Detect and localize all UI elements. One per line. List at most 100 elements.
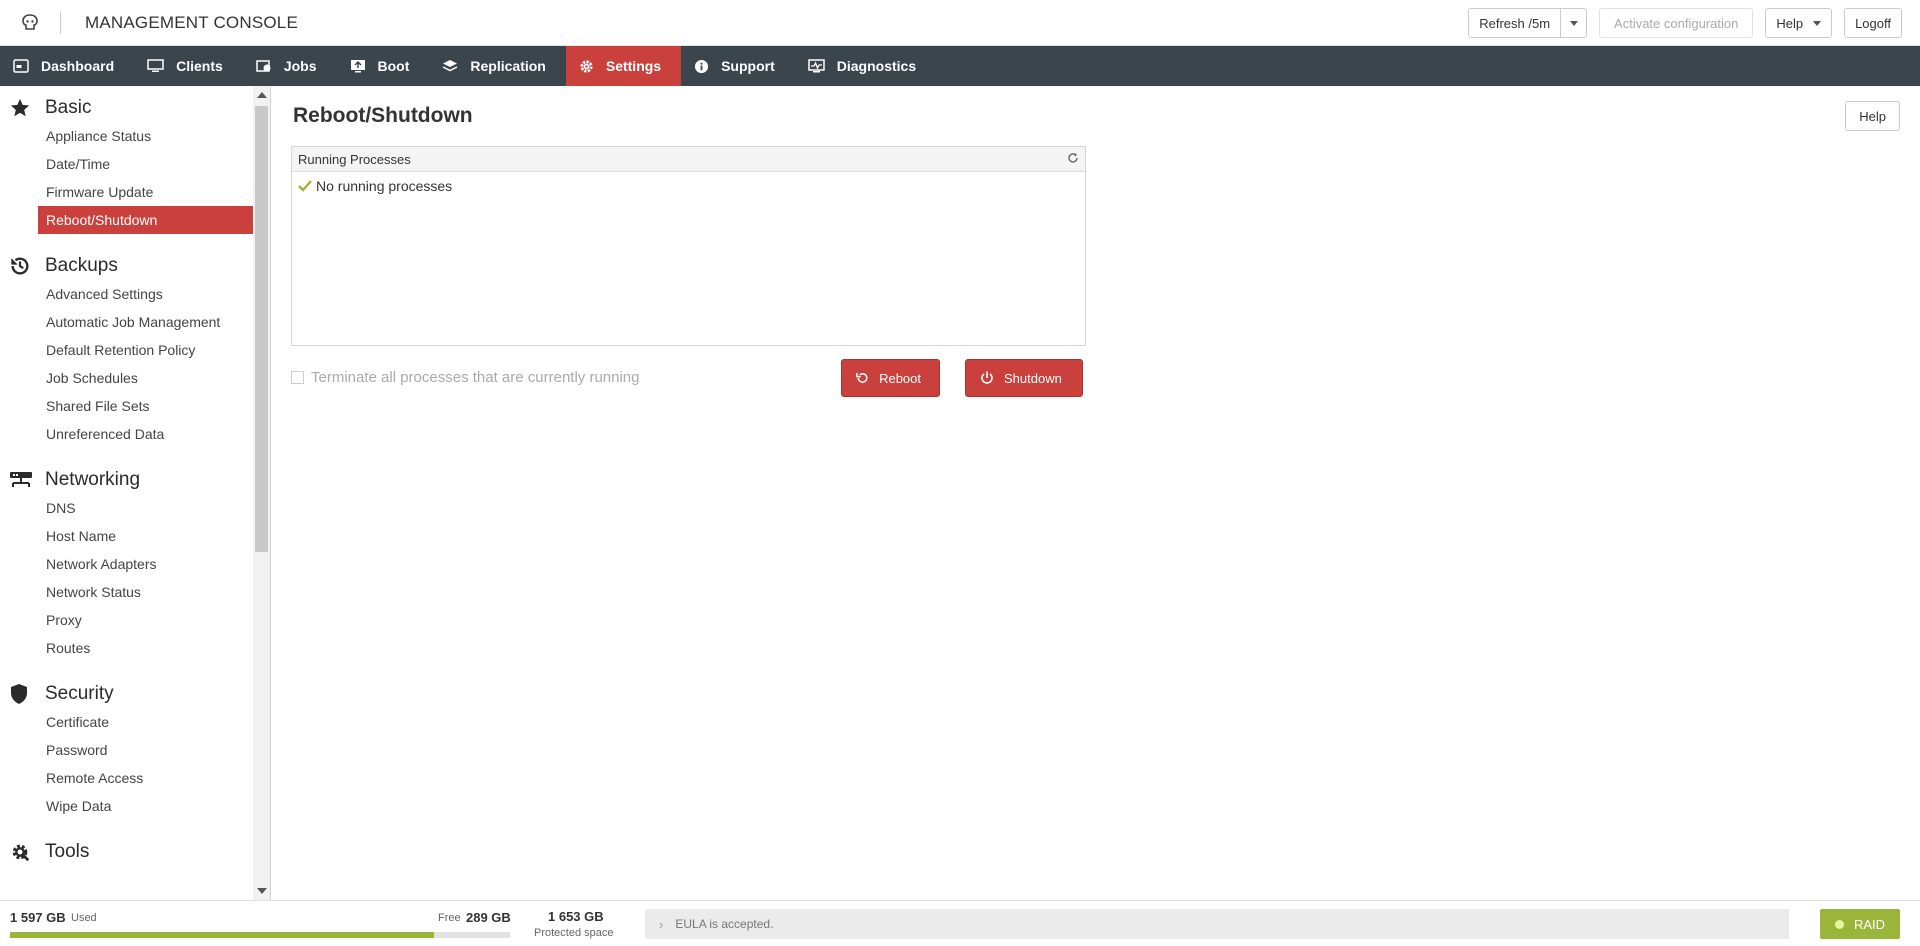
header-actions: Refresh /5m Activate configuration Help …	[1468, 8, 1902, 38]
storage-free-value: 289 GB	[466, 910, 511, 925]
storage-usage-fill	[10, 932, 434, 938]
diagnostics-icon	[808, 59, 825, 73]
checkmark-icon	[298, 180, 312, 192]
sidebar-item-dns[interactable]: DNS	[0, 494, 253, 522]
chevron-right-icon: ›	[659, 916, 664, 932]
running-processes-panel: Running Processes No running processes	[291, 146, 1086, 346]
refresh-icon[interactable]	[1067, 152, 1079, 167]
sidebar-section-basic: Basic	[0, 94, 253, 122]
nav-replication-label: Replication	[470, 58, 546, 74]
nav-jobs[interactable]: Jobs	[243, 46, 337, 86]
logo-icon	[22, 13, 38, 30]
sidebar-section-security: Security	[0, 680, 253, 708]
sidebar-item-job-schedules[interactable]: Job Schedules	[0, 364, 253, 392]
dashboard-icon	[13, 59, 29, 73]
process-status-text: No running processes	[316, 178, 453, 194]
sidebar-item-firmware-update[interactable]: Firmware Update	[0, 178, 253, 206]
terminate-processes-label: Terminate all processes that are current…	[311, 369, 640, 386]
nav-dashboard[interactable]: Dashboard	[0, 46, 134, 86]
nav-diagnostics-label: Diagnostics	[836, 58, 917, 74]
shutdown-label: Shutdown	[1004, 370, 1062, 386]
terminate-processes-checkbox[interactable]	[291, 371, 304, 384]
sidebar-section-backups: Backups	[0, 252, 253, 280]
refresh-dropdown-button[interactable]	[1561, 8, 1588, 38]
help-button[interactable]: Help	[1845, 101, 1900, 131]
eula-status-bar[interactable]: › EULA is accepted.	[645, 909, 1789, 939]
process-status-row: No running processes	[292, 172, 1085, 200]
nav-support-label: Support	[721, 58, 775, 74]
shield-icon	[9, 683, 35, 705]
nav-clients-label: Clients	[176, 58, 223, 74]
raid-status-button[interactable]: RAID	[1820, 909, 1900, 939]
storage-used-label: Used	[71, 912, 97, 924]
storage-used-value: 1 597 GB	[10, 910, 66, 925]
replication-icon	[443, 60, 458, 72]
nav-clients[interactable]: Clients	[134, 46, 243, 86]
sidebar-section-title: Security	[45, 683, 114, 704]
jobs-icon	[256, 60, 271, 72]
sidebar-item-automatic-job-management[interactable]: Automatic Job Management	[0, 308, 253, 336]
sidebar-item-routes[interactable]: Routes	[0, 634, 253, 662]
reboot-button[interactable]: Reboot	[841, 359, 940, 397]
status-footer: 1 597 GB Used Free 289 GB 1 653 GB Prote…	[0, 900, 1920, 946]
logoff-button[interactable]: Logoff	[1844, 8, 1902, 38]
protected-space-label: Protected space	[534, 927, 614, 939]
sidebar-item-password[interactable]: Password	[0, 736, 253, 764]
refresh-button[interactable]: Refresh /5m	[1468, 8, 1562, 38]
sidebar-section-title: Tools	[45, 841, 90, 862]
refresh-group: Refresh /5m	[1468, 8, 1588, 38]
sidebar-item-certificate[interactable]: Certificate	[0, 708, 253, 736]
help-menu-label: Help	[1776, 15, 1804, 31]
nav-dashboard-label: Dashboard	[41, 58, 115, 74]
sidebar-item-shared-file-sets[interactable]: Shared File Sets	[0, 392, 253, 420]
panel-header: Running Processes	[292, 147, 1085, 172]
nav-boot-label: Boot	[377, 58, 410, 74]
nav-support[interactable]: Support	[681, 46, 795, 86]
chevron-down-icon	[1569, 20, 1578, 26]
app-logo	[0, 0, 60, 46]
gear-icon	[580, 59, 593, 73]
sidebar-section-title: Backups	[45, 255, 118, 276]
shutdown-button[interactable]: Shutdown	[965, 359, 1083, 397]
sidebar-section-networking: Networking	[0, 466, 253, 494]
nav-boot[interactable]: Boot	[337, 46, 430, 86]
settings-sidebar: Basic Appliance Status Date/Time Firmwar…	[0, 86, 271, 900]
nav-replication[interactable]: Replication	[429, 46, 565, 86]
sidebar-item-remote-access[interactable]: Remote Access	[0, 764, 253, 792]
storage-free-label: Free	[438, 912, 461, 924]
sidebar-scrollbar[interactable]	[253, 86, 270, 900]
sidebar-item-network-status[interactable]: Network Status	[0, 578, 253, 606]
help-menu-button[interactable]: Help	[1765, 8, 1833, 38]
sidebar-section-tools: Tools	[0, 838, 253, 866]
raid-label: RAID	[1853, 916, 1886, 932]
nav-settings[interactable]: Settings	[565, 46, 682, 86]
activate-configuration-button[interactable]: Activate configuration	[1599, 8, 1754, 38]
sidebar-section-title: Networking	[45, 469, 141, 490]
sidebar-item-proxy[interactable]: Proxy	[0, 606, 253, 634]
reboot-icon	[856, 372, 868, 383]
header-divider	[60, 11, 61, 34]
sidebar-item-network-adapters[interactable]: Network Adapters	[0, 550, 253, 578]
sidebar-item-date-time[interactable]: Date/Time	[0, 150, 253, 178]
power-icon	[981, 371, 993, 384]
protected-space-value: 1 653 GB	[548, 909, 604, 924]
scrollbar-thumb[interactable]	[255, 106, 268, 552]
sidebar-item-default-retention-policy[interactable]: Default Retention Policy	[0, 336, 253, 364]
sidebar-item-unreferenced-data[interactable]: Unreferenced Data	[0, 420, 253, 448]
scroll-up-icon[interactable]	[257, 92, 267, 98]
monitor-icon	[147, 59, 164, 72]
page-title: Reboot/Shutdown	[293, 104, 473, 127]
boot-icon	[350, 60, 365, 73]
top-header: MANAGEMENT CONSOLE Refresh /5m Activate …	[0, 0, 1920, 46]
sidebar-item-advanced-settings[interactable]: Advanced Settings	[0, 280, 253, 308]
scroll-down-icon[interactable]	[257, 888, 267, 894]
nav-diagnostics[interactable]: Diagnostics	[795, 46, 936, 86]
nav-settings-label: Settings	[605, 58, 662, 74]
sidebar-item-appliance-status[interactable]: Appliance Status	[0, 122, 253, 150]
sidebar-item-host-name[interactable]: Host Name	[0, 522, 253, 550]
sidebar-item-reboot-shutdown[interactable]: Reboot/Shutdown	[38, 206, 253, 234]
sidebar-section-title: Basic	[45, 97, 92, 118]
sidebar-item-wipe-data[interactable]: Wipe Data	[0, 792, 253, 820]
main-nav: Dashboard Clients Jobs Boot Replication …	[0, 46, 1920, 86]
star-icon	[9, 97, 35, 119]
